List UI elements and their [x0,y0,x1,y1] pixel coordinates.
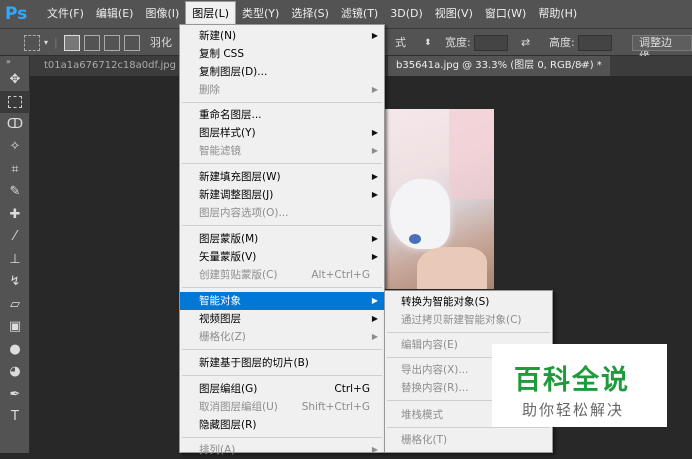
submenu-arrow-icon: ▶ [371,234,378,243]
document-image[interactable] [385,109,494,289]
gradient-tool-icon[interactable]: ▣ [0,316,30,339]
tab-doc-1[interactable]: t01a1a676712c18a0df.jpg @ [36,56,197,76]
menu-edit[interactable]: 编辑(E) [90,0,140,28]
style-dropdown-icon[interactable]: ⬍ [424,35,432,51]
submenu-convert-to-smart-object[interactable]: 转换为智能对象(S) [385,293,552,311]
divider: | [54,36,58,49]
submenu-arrow-icon: ▶ [371,146,378,155]
height-label: 高度: [549,36,575,49]
pen-tool-icon[interactable]: ✒ [0,383,30,406]
lasso-tool-icon[interactable]: ↀ [0,113,30,136]
menu-separator [182,287,382,288]
eyedropper-tool-icon[interactable]: ✎ [0,181,30,204]
submenu-arrow-icon: ▶ [371,445,378,454]
menu-separator [182,437,382,438]
menu-3d[interactable]: 3D(D) [384,0,429,28]
feather-label: 羽化 [150,36,172,49]
layer-menu-layer-style[interactable]: 图层样式(Y) ▶ [180,124,384,142]
height-field[interactable] [578,35,612,51]
move-tool-icon[interactable]: ✥ [0,68,30,91]
refine-edge-button[interactable]: 调整边缘... [632,35,692,63]
style-value[interactable]: 式 [395,35,406,51]
menu-help[interactable]: 帮助(H) [532,0,583,28]
submenu-new-smart-object-via-copy[interactable]: 通过拷贝新建智能对象(C) [385,311,552,329]
submenu-arrow-icon: ▶ [371,128,378,137]
submenu-arrow-icon: ▶ [371,190,378,199]
menu-window[interactable]: 窗口(W) [479,0,532,28]
layer-menu-ungroup-layers[interactable]: 取消图层编组(U) Shift+Ctrl+G [180,398,384,416]
layer-menu-clipping-mask[interactable]: 创建剪贴蒙版(C) Alt+Ctrl+G [180,266,384,284]
layer-menu-smart-object[interactable]: 智能对象 ▶ [180,292,384,310]
watermark-logo: 百科全说 助你轻松解决 [492,344,667,427]
layer-menu-rename[interactable]: 重命名图层... [180,106,384,124]
clone-stamp-tool-icon[interactable]: ⊥ [0,248,30,271]
layer-menu-layer-mask[interactable]: 图层蒙版(M) ▶ [180,230,384,248]
add-selection-icon[interactable] [84,35,100,51]
submenu-arrow-icon: ▶ [371,314,378,323]
watermark-title: 百科全说 [514,365,630,396]
width-field[interactable] [474,35,508,51]
layer-menu-delete[interactable]: 删除 ▶ [180,81,384,99]
brush-tool-icon[interactable]: ⁄ [0,226,30,249]
layer-menu-dropdown: 新建(N) ▶ 复制 CSS 复制图层(D)... 删除 ▶ 重命名图层... 图层… [179,24,385,456]
panel-collapse-icon[interactable]: » [0,56,29,68]
menu-separator [182,225,382,226]
type-tool-icon[interactable]: T [0,406,30,429]
menu-separator [387,427,550,428]
crop-tool-icon[interactable]: ⌗ [0,158,30,181]
submenu-rasterize[interactable]: 栅格化(T) [385,431,552,449]
submenu-arrow-icon: ▶ [371,296,378,305]
eraser-tool-icon[interactable]: ▱ [0,293,30,316]
marquee-tool-icon[interactable] [0,90,30,113]
menu-view[interactable]: 视图(V) [429,0,479,28]
tools-panel: » ✥ ↀ ✧ ⌗ ✎ ✚ ⁄ ⊥ ↯ ▱ ▣ ● ◕ ✒ T [0,56,30,453]
layer-menu-smart-filter[interactable]: 智能滤镜 ▶ [180,142,384,160]
submenu-arrow-icon: ▶ [371,252,378,261]
blur-tool-icon[interactable]: ● [0,338,30,361]
menu-separator [182,375,382,376]
healing-brush-tool-icon[interactable]: ✚ [0,203,30,226]
layer-menu-rasterize[interactable]: 栅格化(Z) ▶ [180,328,384,346]
dodge-tool-icon[interactable]: ◕ [0,361,30,384]
preset-dropdown-icon[interactable]: ▾ [44,35,48,51]
marquee-preset-icon[interactable] [24,35,40,51]
menu-separator [182,163,382,164]
layer-menu-new[interactable]: 新建(N) ▶ [180,27,384,45]
menu-separator [182,349,382,350]
watermark-subtitle: 助你轻松解决 [522,401,625,419]
history-brush-tool-icon[interactable]: ↯ [0,271,30,294]
menu-file[interactable]: 文件(F) [41,0,90,28]
layer-menu-duplicate-layer[interactable]: 复制图层(D)... [180,63,384,81]
subtract-selection-icon[interactable] [104,35,120,51]
new-selection-icon[interactable] [64,35,80,51]
layer-menu-content-options[interactable]: 图层内容选项(O)... [180,204,384,222]
submenu-arrow-icon: ▶ [371,31,378,40]
width-label: 宽度: [445,36,471,49]
layer-menu-hide-layers[interactable]: 隐藏图层(R) [180,416,384,434]
layer-menu-copy-css[interactable]: 复制 CSS [180,45,384,63]
menu-separator [387,332,550,333]
submenu-arrow-icon: ▶ [371,332,378,341]
layer-menu-arrange[interactable]: 排列(A) ▶ [180,441,384,459]
tab-close-icon[interactable]: × [570,56,594,76]
submenu-arrow-icon: ▶ [371,85,378,94]
menu-separator [182,102,382,103]
layer-menu-new-fill-layer[interactable]: 新建填充图层(W) ▶ [180,168,384,186]
photoshop-logo: Ps [5,4,28,24]
layer-menu-group-layers[interactable]: 图层编组(G) Ctrl+G [180,380,384,398]
layer-menu-video-layers[interactable]: 视频图层 ▶ [180,310,384,328]
layer-menu-vector-mask[interactable]: 矢量蒙版(V) ▶ [180,248,384,266]
quick-select-tool-icon[interactable]: ✧ [0,136,30,159]
layer-menu-new-adjustment-layer[interactable]: 新建调整图层(J) ▶ [180,186,384,204]
swap-icon[interactable]: ⇄ [521,35,530,51]
layer-menu-new-slice[interactable]: 新建基于图层的切片(B) [180,354,384,372]
intersect-selection-icon[interactable] [124,35,140,51]
submenu-arrow-icon: ▶ [371,172,378,181]
